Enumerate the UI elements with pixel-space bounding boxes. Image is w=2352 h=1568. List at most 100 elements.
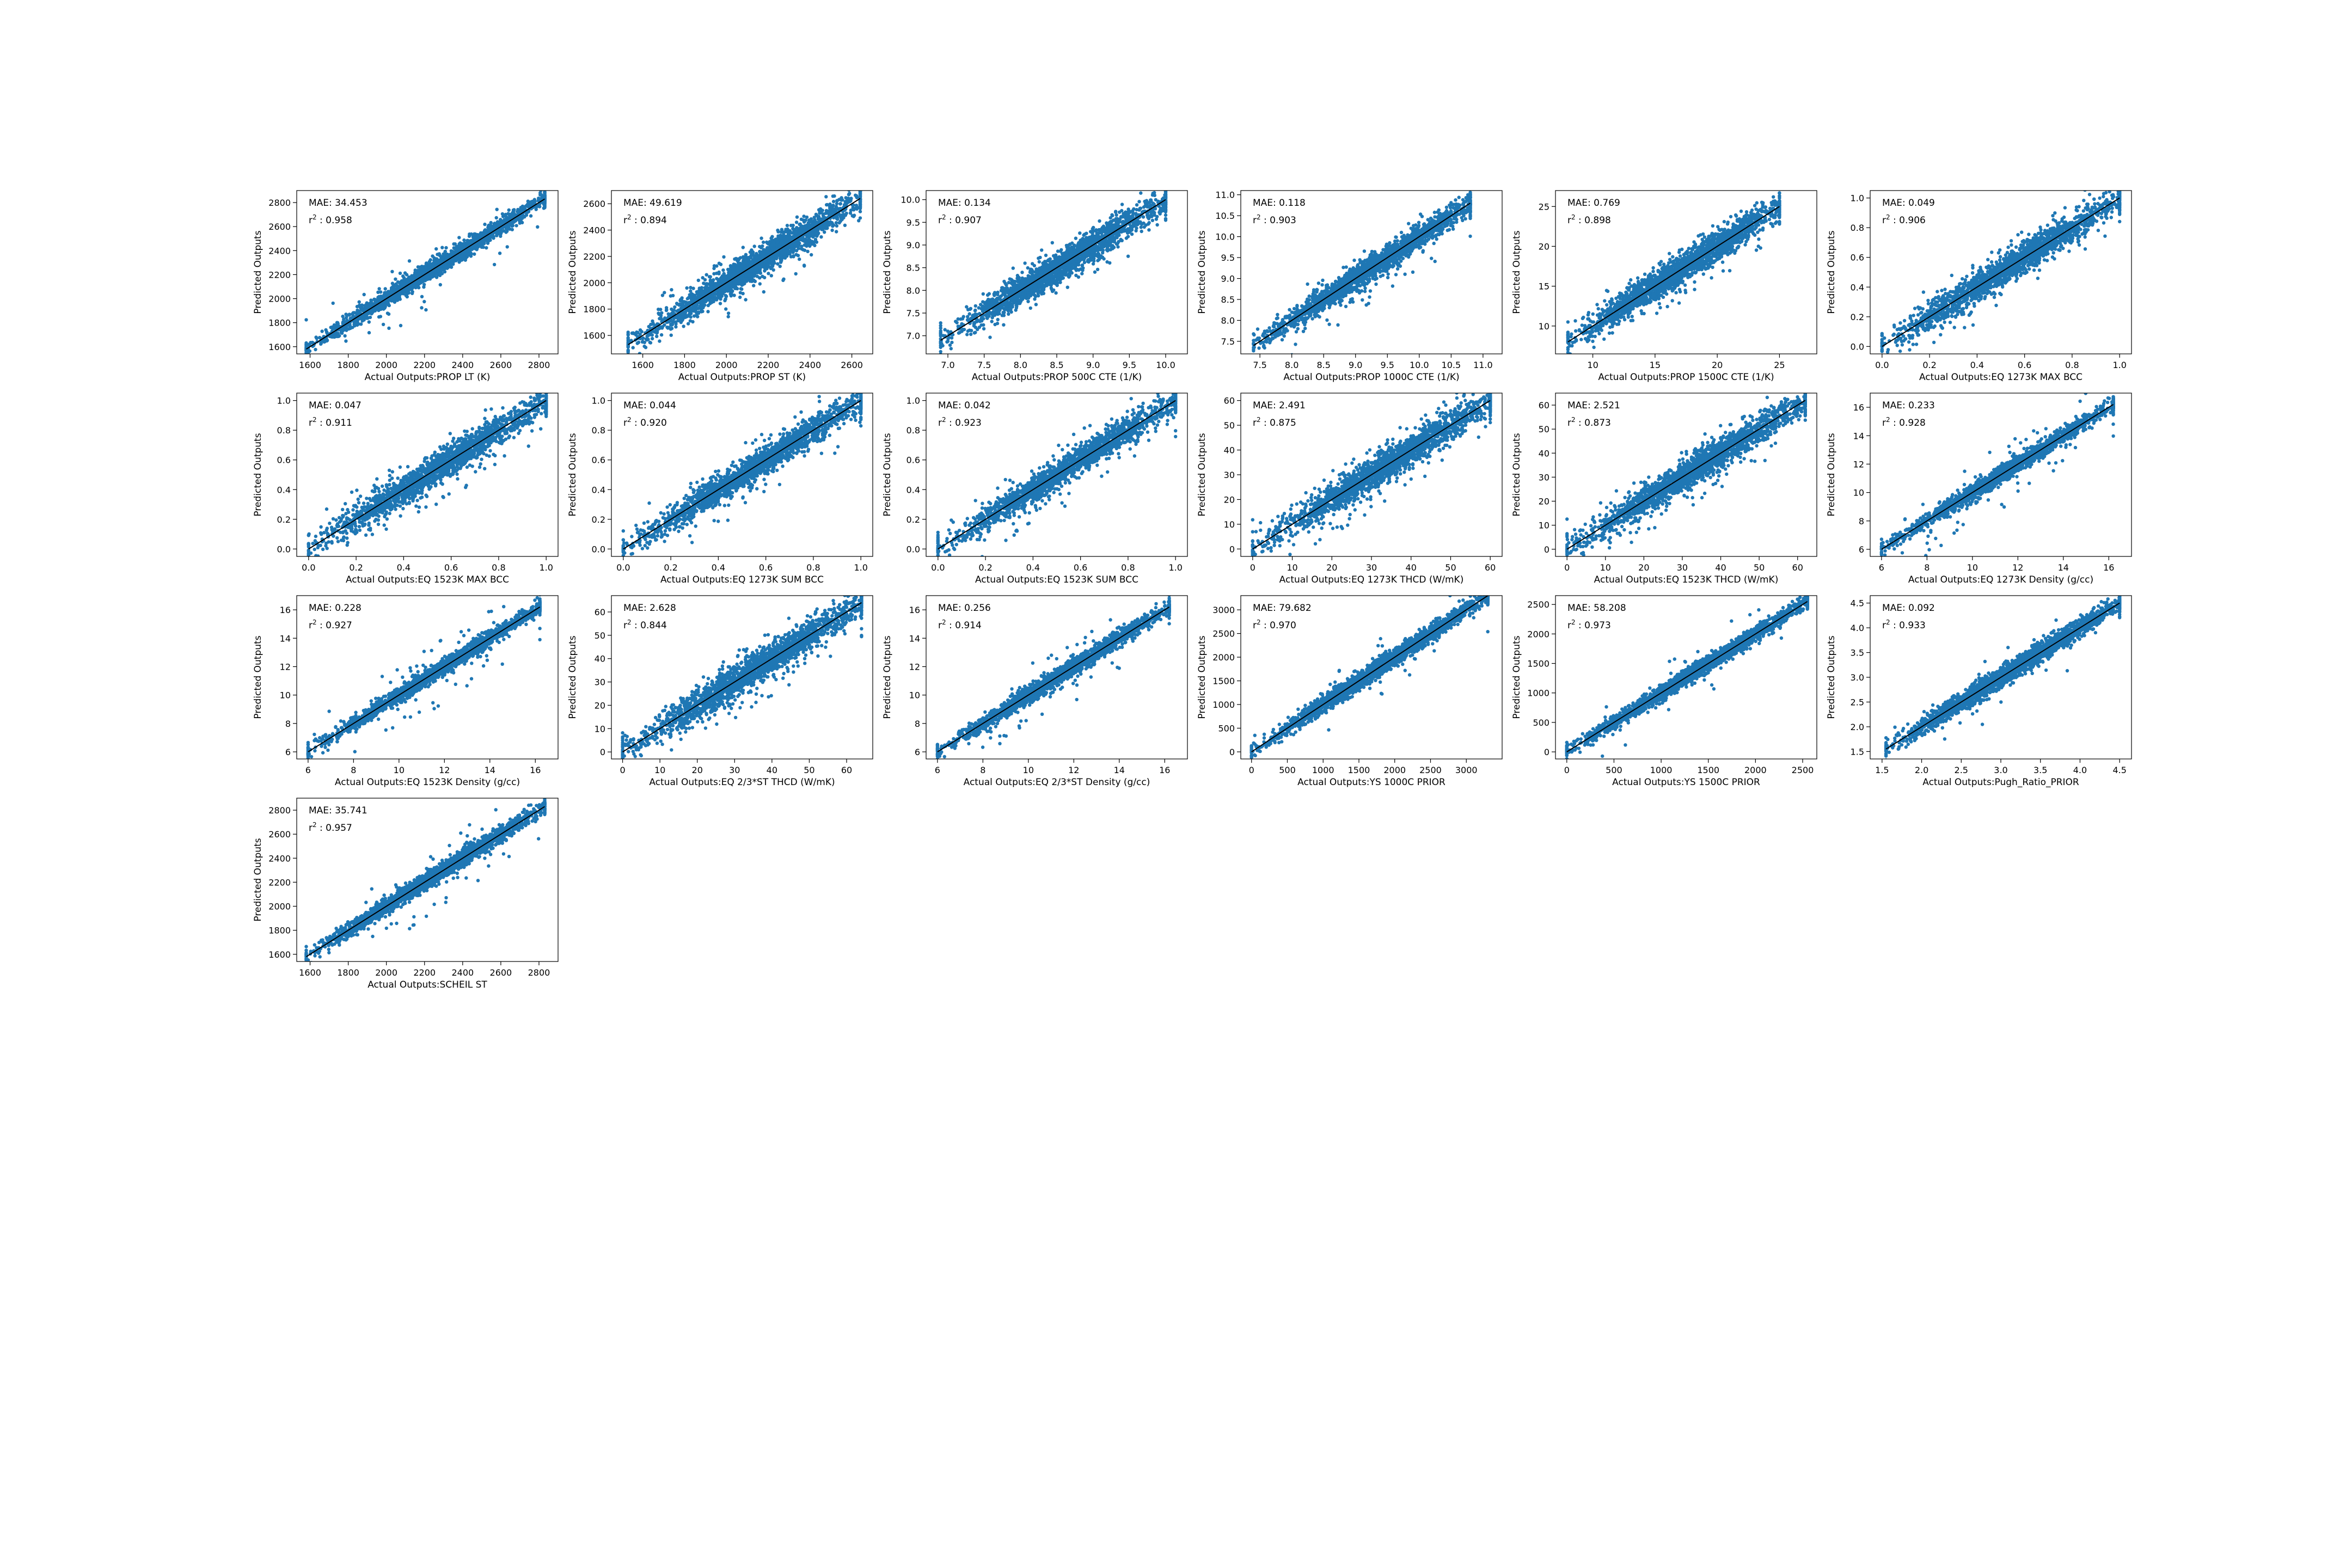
data-point <box>789 247 793 251</box>
data-point <box>658 339 661 343</box>
data-point <box>411 277 415 281</box>
data-point <box>692 314 696 318</box>
data-point <box>754 271 758 275</box>
data-point <box>966 315 970 318</box>
data-point <box>648 341 653 345</box>
data-point <box>373 299 377 303</box>
data-point <box>754 259 758 262</box>
data-point <box>304 318 308 322</box>
data-point <box>770 242 774 246</box>
data-point <box>764 266 768 271</box>
data-point <box>767 247 771 252</box>
y-tick-label: 2200 <box>583 252 605 262</box>
data-point <box>696 278 701 283</box>
data-point <box>706 310 710 314</box>
data-point <box>457 236 461 240</box>
data-point <box>1126 254 1130 258</box>
data-point <box>519 208 523 212</box>
y-tick-label: 1800 <box>268 318 291 328</box>
data-point <box>750 260 754 264</box>
data-point <box>377 287 381 291</box>
data-point <box>468 249 471 253</box>
data-point <box>686 322 690 326</box>
data-point <box>834 221 838 225</box>
data-point <box>347 327 351 331</box>
data-point <box>769 274 774 278</box>
data-point <box>843 223 847 227</box>
data-point <box>642 344 646 348</box>
data-point <box>813 220 817 224</box>
data-point <box>498 252 502 255</box>
data-point <box>670 327 674 330</box>
x-tick-label: 1800 <box>337 360 359 370</box>
data-point <box>415 285 419 289</box>
data-point <box>761 240 765 244</box>
data-point <box>794 249 799 253</box>
data-point <box>399 323 403 328</box>
data-point <box>641 340 645 344</box>
data-point <box>729 283 733 287</box>
data-point <box>780 259 783 262</box>
data-point <box>399 280 403 284</box>
data-point <box>699 304 703 308</box>
data-point <box>680 302 684 306</box>
y-tick-label: 1600 <box>268 342 291 352</box>
data-point <box>655 334 659 338</box>
data-point <box>854 204 859 207</box>
data-point <box>657 308 660 311</box>
data-point <box>394 282 398 286</box>
data-point <box>355 304 359 309</box>
data-point <box>807 236 811 240</box>
data-point <box>722 272 726 275</box>
data-point <box>671 293 675 298</box>
data-point <box>626 332 630 336</box>
data-point <box>688 319 693 323</box>
data-point <box>801 238 805 242</box>
data-point <box>771 268 775 272</box>
data-point <box>330 325 334 329</box>
data-point <box>514 224 518 228</box>
data-point <box>390 270 394 273</box>
data-point <box>835 224 839 228</box>
data-point <box>418 280 421 285</box>
data-point <box>416 269 420 273</box>
data-point <box>802 264 806 267</box>
data-point <box>786 246 790 250</box>
data-point <box>858 205 862 210</box>
data-point <box>467 241 470 245</box>
data-point <box>732 262 736 266</box>
data-point <box>720 288 724 292</box>
data-point <box>825 210 829 215</box>
data-point <box>859 187 862 190</box>
data-point <box>438 272 442 275</box>
data-point <box>726 311 731 315</box>
data-point <box>362 292 366 297</box>
data-point <box>636 340 641 344</box>
data-point <box>387 326 391 330</box>
data-point <box>383 287 387 291</box>
data-point <box>692 306 696 310</box>
x-tick-label: 2800 <box>528 360 550 370</box>
data-point <box>487 239 491 243</box>
data-point <box>859 186 862 189</box>
data-point <box>1026 299 1030 303</box>
data-point <box>686 301 690 305</box>
data-point <box>771 249 775 253</box>
data-point <box>738 295 742 299</box>
data-point <box>495 207 499 211</box>
data-point <box>437 260 440 264</box>
data-point <box>626 337 630 341</box>
data-point <box>478 242 482 246</box>
data-point <box>367 320 371 324</box>
data-point <box>744 298 748 302</box>
data-point <box>510 224 514 228</box>
data-point <box>394 277 397 281</box>
data-point <box>857 187 860 191</box>
data-point <box>752 268 757 272</box>
data-point <box>398 271 402 275</box>
data-point <box>720 280 724 284</box>
r2-superscript: 2 <box>313 213 317 221</box>
data-point <box>750 253 754 257</box>
data-point <box>335 321 339 324</box>
data-point <box>722 255 726 259</box>
